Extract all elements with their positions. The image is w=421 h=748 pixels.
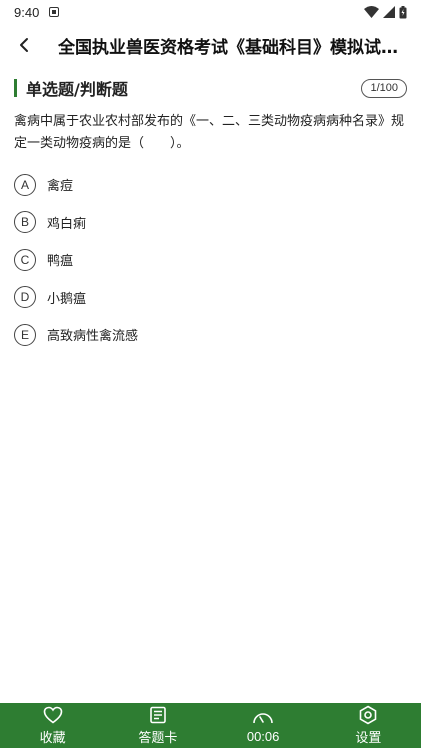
option-text: 小鹅瘟 <box>47 291 87 307</box>
heart-icon <box>42 705 64 725</box>
status-icons <box>364 5 407 19</box>
hexagon-gear-icon <box>357 705 379 725</box>
app-header: 全国执业兽医资格考试《基础科目》模拟试... <box>0 24 421 66</box>
option-c[interactable]: C 鸭瘟 <box>14 241 407 279</box>
option-letter-circle: B <box>14 211 36 234</box>
status-time: 9:40 <box>14 4 40 20</box>
option-text: 高致病性禽流感 <box>47 329 139 345</box>
chevron-left-icon <box>20 38 28 52</box>
option-letter-circle: E <box>14 323 36 346</box>
gauge-icon <box>252 707 274 727</box>
option-text: 鸭瘟 <box>47 254 74 270</box>
wifi-icon <box>364 6 379 18</box>
back-button[interactable] <box>0 24 48 66</box>
option-d[interactable]: D 小鹅瘟 <box>14 279 407 317</box>
notification-icon <box>49 7 60 17</box>
option-e[interactable]: E 高致病性禽流感 <box>14 316 407 354</box>
question-text: 禽病中属于农业农村部发布的《一、二、三类动物疫病病种名录》规定一类动物疫病的是（… <box>14 114 405 151</box>
option-list: A 禽痘 B 鸡白痢 C 鸭瘟 D 小鹅瘟 E 高致病性禽流感 <box>14 166 407 354</box>
timer-label: 00:06 <box>246 729 280 744</box>
option-text: 禽痘 <box>47 179 74 195</box>
option-letter-circle: C <box>14 248 36 271</box>
section-accent-bar <box>14 79 17 97</box>
page-title: 全国执业兽医资格考试《基础科目》模拟试... <box>58 37 398 58</box>
settings-label: 设置 <box>355 731 382 746</box>
favorite-label: 收藏 <box>39 731 66 746</box>
option-letter-circle: A <box>14 173 36 196</box>
bottom-toolbar: 收藏 答题卡 00:06 设置 <box>0 703 421 748</box>
battery-icon <box>399 5 407 18</box>
option-letter-circle: D <box>14 286 36 309</box>
option-b[interactable]: B 鸡白痢 <box>14 204 407 242</box>
timer-button[interactable]: 00:06 <box>211 703 316 748</box>
status-bar: 9:40 <box>0 0 421 24</box>
answer-sheet-icon <box>147 705 169 725</box>
option-text: 鸡白痢 <box>47 216 87 232</box>
question-type-header: 单选题/判断题 1/100 <box>14 78 407 99</box>
question-progress-badge[interactable]: 1/100 <box>361 78 407 98</box>
settings-button[interactable]: 设置 <box>316 703 421 748</box>
favorite-button[interactable]: 收藏 <box>0 703 105 748</box>
question-type-title: 单选题/判断题 <box>26 80 128 99</box>
option-a[interactable]: A 禽痘 <box>14 166 407 204</box>
answer-card-label: 答题卡 <box>138 731 178 746</box>
answer-card-button[interactable]: 答题卡 <box>105 703 210 748</box>
signal-icon <box>383 6 395 18</box>
